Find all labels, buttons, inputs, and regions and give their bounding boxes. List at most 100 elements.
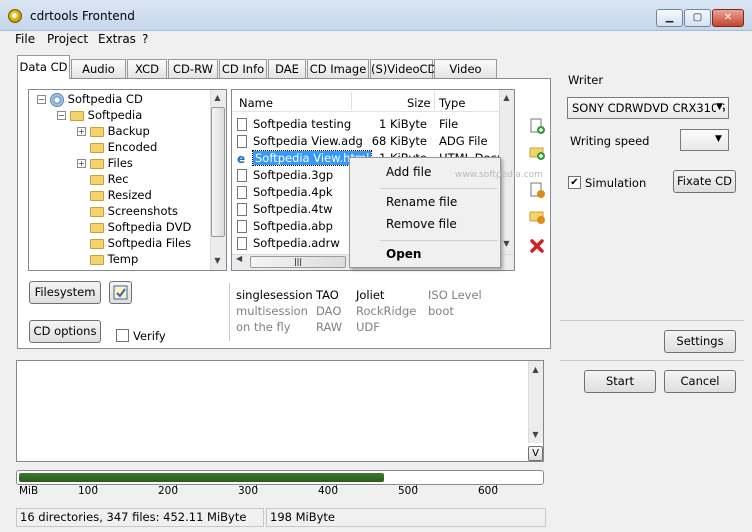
- edit-file-icon[interactable]: [529, 182, 545, 198]
- opt-boot[interactable]: boot: [428, 304, 454, 318]
- tab-data-cd[interactable]: Data CD: [17, 55, 70, 79]
- cd-options-button[interactable]: CD options: [29, 320, 101, 343]
- tree-item[interactable]: Softpedia DVD: [37, 219, 191, 235]
- cancel-button[interactable]: Cancel: [664, 370, 736, 393]
- tree-item[interactable]: Screenshots: [37, 203, 191, 219]
- ctx-rename-file[interactable]: Rename file: [386, 195, 457, 209]
- remove-icon[interactable]: [529, 238, 545, 254]
- tree-content: − Softpedia CD − Softpedia + Backup Enco…: [37, 91, 191, 267]
- expand-icon[interactable]: +: [77, 127, 86, 136]
- cd-icon: [49, 92, 64, 107]
- scroll-down-icon[interactable]: ▼: [499, 239, 514, 248]
- chevron-down-icon: ▼: [716, 102, 723, 112]
- tree-item[interactable]: + Backup: [37, 123, 191, 139]
- tab-xcd[interactable]: XCD: [127, 59, 167, 78]
- column-type[interactable]: Type: [439, 96, 465, 110]
- tree-label: Softpedia DVD: [107, 220, 192, 234]
- tab-dae[interactable]: DAE: [268, 59, 306, 78]
- scroll-down-icon[interactable]: ▼: [528, 430, 543, 439]
- start-button[interactable]: Start: [584, 370, 656, 393]
- writing-speed-select[interactable]: ▼: [680, 129, 729, 151]
- gauge-scale: MiB 100 200 300 400 500 600: [16, 485, 544, 499]
- menu-separator: [380, 188, 498, 189]
- minimize-button[interactable]: ▁: [656, 9, 683, 27]
- tree-item[interactable]: Resized: [37, 187, 191, 203]
- scroll-up-icon[interactable]: ▲: [210, 93, 225, 102]
- file-name: Softpedia.adrw: [253, 236, 340, 250]
- tree-scroll-thumb[interactable]: [211, 107, 225, 237]
- file-type: ADG File: [439, 134, 488, 148]
- tab-audio-cd[interactable]: Audio CD: [71, 59, 126, 94]
- tree-item[interactable]: Rec: [37, 171, 191, 187]
- file-name: Softpedia.4pk: [253, 185, 333, 199]
- tree-item[interactable]: Encoded: [37, 139, 191, 155]
- tab-svideocd[interactable]: (S)VideoCD: [370, 59, 436, 78]
- file-row[interactable]: Softpedia testing 1 KiByte File: [237, 116, 499, 133]
- scroll-down-icon[interactable]: ▼: [210, 256, 225, 265]
- file-type: File: [439, 117, 459, 131]
- column-name[interactable]: Name: [239, 96, 273, 110]
- close-button[interactable]: ✕: [712, 9, 744, 27]
- capacity-gauge: [16, 470, 544, 485]
- maximize-button[interactable]: ▢: [684, 9, 711, 27]
- fixate-cd-button[interactable]: Fixate CD: [673, 170, 736, 193]
- collapse-icon[interactable]: −: [57, 111, 66, 120]
- opt-on-the-fly[interactable]: on the fly: [236, 320, 291, 334]
- tab-cd-rw[interactable]: CD-RW: [168, 59, 218, 78]
- opt-singlesession[interactable]: singlesession: [236, 288, 313, 302]
- file-hscroll-thumb[interactable]: |||: [250, 256, 346, 268]
- file-size: 68 KiByte: [371, 134, 427, 148]
- simulation-checkbox[interactable]: ✔: [568, 176, 581, 189]
- opt-joliet[interactable]: Joliet: [356, 288, 384, 302]
- tree-item[interactable]: + Files: [37, 155, 191, 171]
- edit-folder-icon[interactable]: [529, 208, 545, 224]
- opt-rockridge[interactable]: RockRidge: [356, 304, 416, 318]
- settings-button[interactable]: Settings: [664, 330, 736, 353]
- opt-tao[interactable]: TAO: [316, 288, 339, 302]
- folder-icon: [89, 238, 104, 249]
- writer-select[interactable]: SONY CDRWDVD CRX310S ▼: [567, 97, 729, 119]
- tree-root[interactable]: − Softpedia CD: [37, 91, 191, 107]
- column-divider: [351, 92, 352, 110]
- menu-project[interactable]: Project: [47, 32, 88, 46]
- tree-item[interactable]: Softpedia Files: [37, 235, 191, 251]
- verify-checkbox[interactable]: [116, 329, 129, 342]
- opt-iso-level[interactable]: ISO Level: [428, 288, 482, 302]
- tree-item[interactable]: Temp: [37, 251, 191, 267]
- column-size[interactable]: Size: [407, 96, 431, 110]
- add-folder-icon[interactable]: [529, 144, 545, 160]
- expand-icon[interactable]: +: [77, 159, 86, 168]
- menu-separator: [380, 240, 498, 241]
- wizard-button[interactable]: [109, 281, 132, 304]
- watermark: www.softpedia.com: [455, 170, 543, 180]
- file-icon: [237, 203, 247, 216]
- log-output[interactable]: [16, 360, 544, 462]
- tab-video-dvd[interactable]: Video DVD: [434, 59, 497, 94]
- menu-help[interactable]: ?: [142, 32, 148, 46]
- filesystem-button[interactable]: Filesystem: [29, 281, 101, 304]
- html-file-icon: e: [237, 151, 246, 166]
- ctx-add-file[interactable]: Add file: [386, 165, 431, 179]
- ctx-open[interactable]: Open: [386, 247, 421, 261]
- log-v-button[interactable]: V: [528, 446, 543, 461]
- ctx-remove-file[interactable]: Remove file: [386, 217, 457, 231]
- menu-file[interactable]: File: [15, 32, 35, 46]
- tree-item-softpedia[interactable]: − Softpedia: [37, 107, 191, 123]
- folder-icon: [89, 142, 104, 153]
- opt-raw[interactable]: RAW: [316, 320, 342, 334]
- tab-cd-info[interactable]: CD Info: [219, 59, 267, 78]
- gauge-unit: MiB: [19, 485, 39, 497]
- collapse-icon[interactable]: −: [37, 95, 46, 104]
- scroll-left-icon[interactable]: ◀: [236, 254, 242, 263]
- tab-cd-image[interactable]: CD Image: [307, 59, 369, 78]
- menu-extras[interactable]: Extras: [98, 32, 136, 46]
- scroll-up-icon[interactable]: ▲: [499, 93, 514, 102]
- opt-dao[interactable]: DAO: [316, 304, 341, 318]
- add-file-icon[interactable]: [529, 118, 545, 134]
- opt-multisession[interactable]: multisession: [236, 304, 308, 318]
- folder-icon: [89, 174, 104, 185]
- opt-udf[interactable]: UDF: [356, 320, 380, 334]
- file-row[interactable]: Softpedia View.adg 68 KiByte ADG File: [237, 133, 499, 150]
- scroll-up-icon[interactable]: ▲: [528, 365, 543, 374]
- gauge-tick-label: 600: [478, 485, 499, 497]
